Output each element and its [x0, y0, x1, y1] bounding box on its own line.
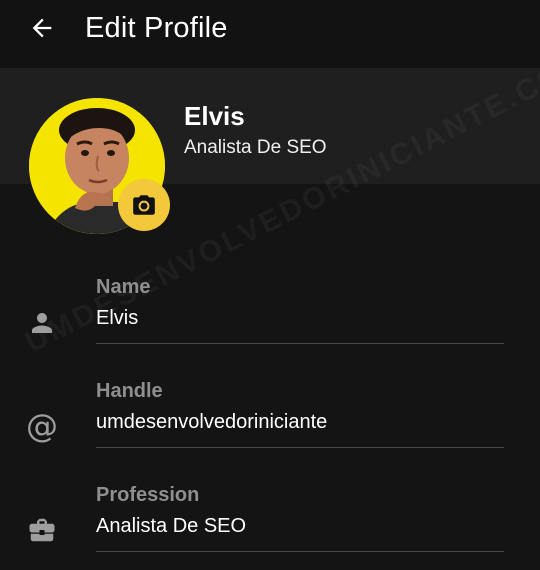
handle-field-row: @ Handle	[0, 374, 540, 464]
profession-input[interactable]	[96, 513, 496, 539]
edit-profile-screen: Edit Profile UMDESENVOLVEDORINICIANTE.CO…	[0, 0, 540, 570]
arrow-left-icon	[32, 18, 52, 38]
back-button[interactable]	[22, 10, 62, 46]
briefcase-icon	[24, 512, 60, 548]
avatar-container	[29, 98, 170, 236]
app-bar: Edit Profile	[0, 0, 540, 68]
at-sign-icon: @	[26, 407, 58, 445]
name-field-label: Name	[96, 276, 151, 298]
name-field-row: Name	[0, 270, 540, 360]
camera-icon	[133, 195, 155, 215]
handle-input[interactable]	[96, 409, 496, 435]
page-title: Edit Profile	[85, 12, 228, 44]
name-field-underline	[96, 343, 504, 344]
change-photo-button[interactable]	[118, 179, 170, 231]
handle-field-underline	[96, 447, 504, 448]
profession-field-row: Profession	[0, 478, 540, 568]
profession-field-label: Profession	[96, 484, 200, 506]
profession-field-underline	[96, 551, 504, 552]
profile-profession: Analista De SEO	[184, 137, 327, 158]
person-icon	[24, 305, 60, 341]
name-input[interactable]	[96, 305, 496, 331]
handle-field-label: Handle	[96, 380, 163, 402]
profile-name: Elvis	[184, 101, 245, 131]
